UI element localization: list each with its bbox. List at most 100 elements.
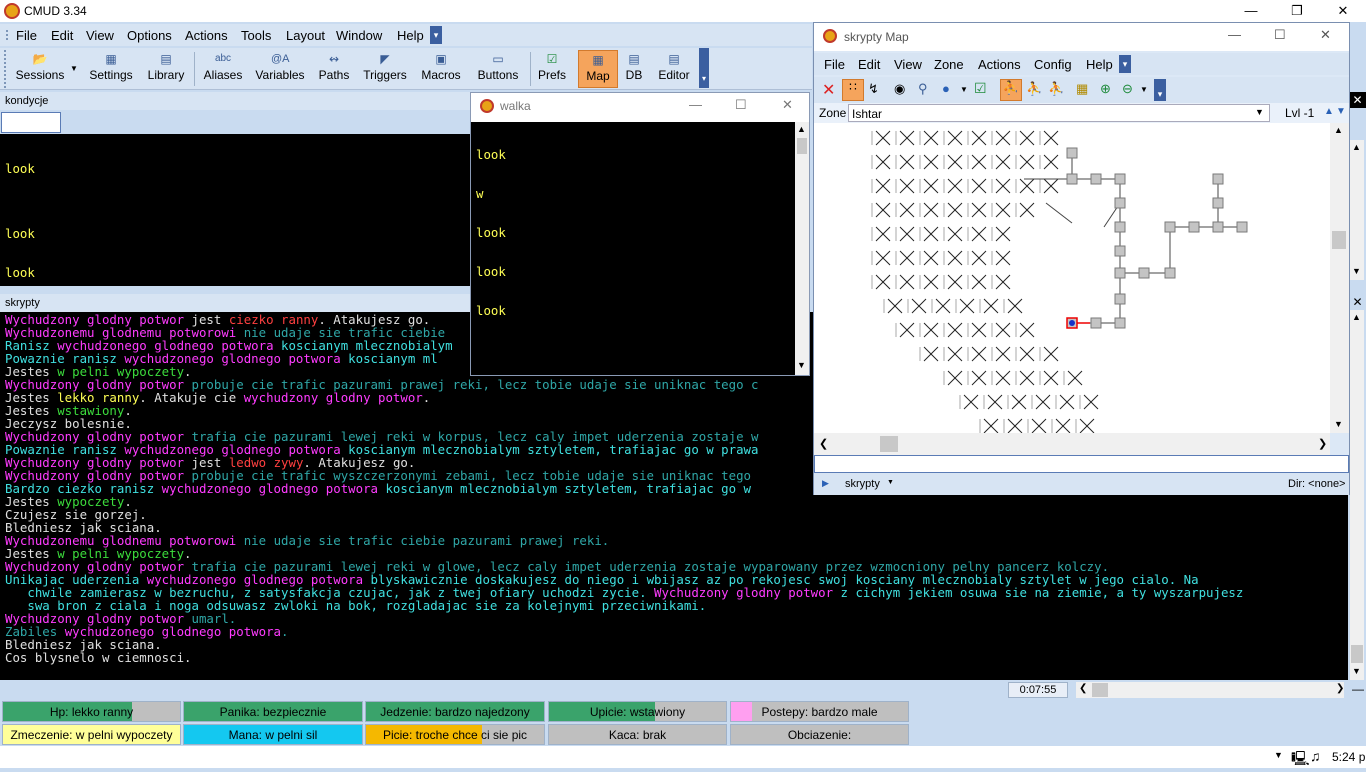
map-room[interactable] [1114, 197, 1126, 209]
tray-expand-icon[interactable]: ▼ [1274, 750, 1283, 760]
map-room[interactable] [1090, 173, 1102, 185]
db-button[interactable]: ▤ DB [620, 50, 648, 88]
globe-icon[interactable]: ● [942, 81, 950, 96]
kondycje-input[interactable] [1, 112, 61, 133]
scroll-up-icon[interactable]: ▲ [1352, 142, 1361, 152]
minimize-icon[interactable]: — [1228, 0, 1274, 22]
menu-tools[interactable]: Tools [241, 28, 271, 43]
level-up-icon[interactable]: ▲ [1324, 106, 1334, 117]
map-menu-file[interactable]: File [824, 57, 845, 72]
menu-actions[interactable]: Actions [185, 28, 228, 43]
check-icon[interactable]: ☑ [974, 80, 987, 97]
sessions-button[interactable]: 📂 Sessions [14, 50, 66, 88]
walk-icon[interactable]: ↯ [868, 81, 879, 97]
scroll-right-icon[interactable]: ❯ [1318, 437, 1327, 450]
map-room[interactable] [1066, 147, 1078, 159]
delete-icon[interactable]: ✕ [822, 80, 835, 100]
map-room[interactable] [1138, 267, 1150, 279]
grid-mode-icon[interactable]: ∷ [842, 79, 864, 101]
zone-select[interactable]: Ishtar ▼ [848, 104, 1270, 122]
panel-close-icon[interactable]: ✕ [1349, 92, 1366, 108]
minimize-icon[interactable]: — [1228, 27, 1241, 42]
menu-help[interactable]: Help [397, 28, 424, 43]
search-icon[interactable]: ⚲ [918, 81, 928, 97]
minimize-icon[interactable]: — [689, 97, 702, 112]
panel-close-icon[interactable]: ✕ [1349, 294, 1366, 310]
scroll-thumb[interactable] [1351, 645, 1363, 663]
map-menu-chevron-icon[interactable]: ▾ [1119, 55, 1131, 73]
person-icon[interactable]: ⛹ [1000, 79, 1022, 101]
map-room[interactable] [1212, 173, 1224, 185]
menu-layout[interactable]: Layout [286, 28, 325, 43]
map-toolbar-chevron-icon[interactable]: ▾ [1154, 79, 1166, 101]
map-canvas[interactable] [814, 123, 1330, 433]
scroll-thumb[interactable] [880, 436, 898, 452]
paths-button[interactable]: ↭ Paths [314, 50, 354, 88]
scroll-thumb[interactable] [1092, 683, 1108, 697]
map-room[interactable] [1114, 173, 1126, 185]
close-icon[interactable]: ✕ [1320, 0, 1366, 22]
map-menu-view[interactable]: View [894, 57, 922, 72]
editor-button[interactable]: ▤ Editor [654, 50, 694, 88]
binoculars-icon[interactable]: ◉ [894, 81, 905, 97]
menu-view[interactable]: View [86, 28, 114, 43]
settings-button[interactable]: ▦ Settings [86, 50, 136, 88]
scroll-up-icon[interactable]: ▲ [797, 124, 806, 134]
person-search-icon[interactable]: ⛹ [1026, 81, 1042, 97]
variables-button[interactable]: @A Variables [252, 50, 308, 88]
maximize-icon[interactable]: ☐ [1274, 27, 1286, 43]
map-room[interactable] [1236, 221, 1248, 233]
map-menu-help[interactable]: Help [1086, 57, 1113, 72]
map-room[interactable] [1164, 221, 1176, 233]
dropdown-icon[interactable]: ▼ [1140, 85, 1148, 94]
map-room[interactable] [1114, 267, 1126, 279]
horizontal-scrollbar[interactable]: ❮ ❯ [1076, 682, 1344, 698]
map-room[interactable] [1066, 173, 1078, 185]
map-menu-config[interactable]: Config [1034, 57, 1072, 72]
triggers-button[interactable]: ◤ Triggers [360, 50, 410, 88]
map-room[interactable] [1114, 245, 1126, 257]
map-button[interactable]: ▦ Map [578, 50, 618, 88]
scroll-down-icon[interactable]: ▼ [1352, 266, 1361, 276]
close-icon[interactable]: ✕ [1320, 27, 1331, 43]
tray-clock[interactable]: 5:24 p [1332, 750, 1365, 764]
scroll-up-icon[interactable]: ▲ [1352, 312, 1361, 322]
menu-window[interactable]: Window [336, 28, 382, 43]
map-menu-zone[interactable]: Zone [934, 57, 964, 72]
minimize-pane-icon[interactable]: — [1352, 682, 1364, 696]
scroll-down-icon[interactable]: ▼ [1352, 666, 1361, 676]
scroll-down-icon[interactable]: ▼ [797, 360, 806, 370]
close-icon[interactable]: ✕ [782, 97, 793, 113]
map-room[interactable] [1188, 221, 1200, 233]
aliases-button[interactable]: abc Aliases [200, 50, 246, 88]
walka-scrollbar[interactable]: ▲ ▼ [795, 122, 809, 375]
menu-options[interactable]: Options [127, 28, 172, 43]
menu-overflow-chevron-icon[interactable]: ▾ [430, 26, 442, 44]
chevron-down-icon[interactable]: ▼ [887, 479, 894, 486]
macros-button[interactable]: ▣ Macros [416, 50, 466, 88]
right-scrollbar[interactable]: ▲ ▼ [1350, 140, 1364, 280]
network-icon[interactable]: 🖳 [1291, 748, 1310, 772]
scroll-up-icon[interactable]: ▲ [1334, 125, 1343, 135]
map-room[interactable] [1212, 221, 1224, 233]
scroll-thumb[interactable] [797, 138, 807, 154]
menu-file[interactable]: File [16, 28, 37, 43]
library-button[interactable]: ▤ Library [142, 50, 190, 88]
sessions-dropdown-icon[interactable]: ▼ [70, 64, 78, 73]
prefs-button[interactable]: ☑ Prefs [534, 50, 570, 88]
scroll-left-icon[interactable]: ❮ [1079, 683, 1087, 694]
map-menu-edit[interactable]: Edit [858, 57, 880, 72]
scroll-left-icon[interactable]: ❮ [819, 437, 828, 450]
skrypty-scrollbar[interactable]: ▲ ▼ [1350, 310, 1364, 680]
map-room[interactable] [1114, 221, 1126, 233]
volume-icon[interactable]: ♫ [1310, 748, 1321, 764]
map-menu-actions[interactable]: Actions [978, 57, 1021, 72]
scroll-thumb[interactable] [1332, 231, 1346, 249]
image-icon[interactable]: ▦ [1076, 81, 1088, 97]
map-command-input[interactable] [814, 455, 1349, 473]
maximize-icon[interactable]: ❐ [1274, 0, 1320, 22]
map-room[interactable] [1212, 197, 1224, 209]
map-room[interactable] [1114, 317, 1126, 329]
level-down-icon[interactable]: ▼ [1336, 106, 1346, 117]
scroll-down-icon[interactable]: ▼ [1334, 419, 1343, 429]
